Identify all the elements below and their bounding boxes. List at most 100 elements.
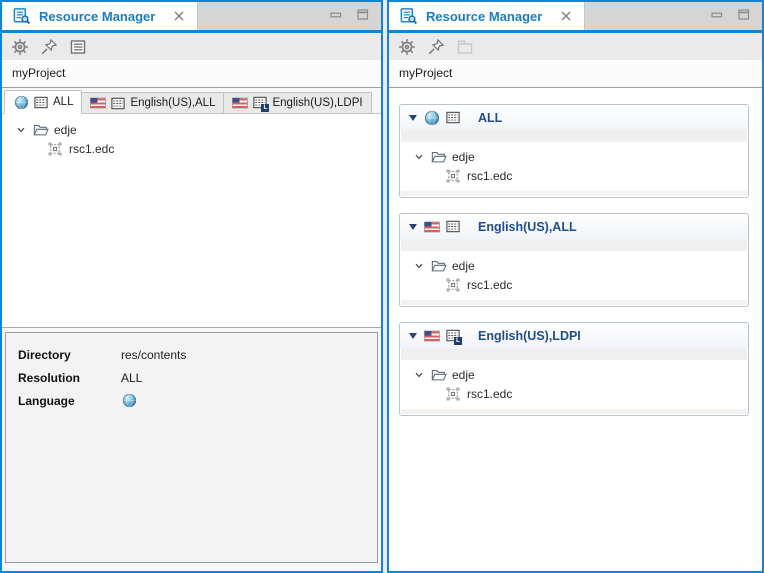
info-row-language: Language [18, 389, 377, 412]
grid-icon [445, 110, 461, 126]
minimize-icon[interactable] [711, 10, 723, 20]
section-separator [401, 348, 747, 360]
section-header-all[interactable]: ALL [400, 105, 748, 130]
tree-item-edje[interactable]: edje [2, 120, 381, 139]
workbench: Resource Manager myProject [0, 0, 764, 573]
resource-manager-panel-left: Resource Manager myProject [0, 0, 383, 573]
project-name-header: myProject [2, 60, 381, 88]
right-content: myProject ALL edje [389, 60, 762, 571]
ldpi-badge: L [261, 104, 269, 112]
folder-open-icon [431, 367, 447, 383]
chevron-down-icon[interactable] [14, 125, 28, 135]
tab-resource-manager[interactable]: Resource Manager [2, 2, 198, 30]
edc-file-icon [445, 277, 461, 293]
close-icon[interactable] [173, 10, 185, 22]
us-flag-icon [232, 95, 248, 111]
file-label: rsc1.edc [467, 387, 512, 401]
globe-icon [13, 94, 29, 110]
box-view-icon-disabled [456, 38, 474, 56]
tab-title: Resource Manager [39, 9, 155, 24]
resolution-tab-label: English(US),LDPI [272, 97, 362, 109]
list-view-icon[interactable] [69, 38, 87, 56]
us-flag-icon [90, 95, 106, 111]
tree-item-rsc1-edc[interactable]: rsc1.edc [2, 139, 381, 158]
pin-icon[interactable] [427, 38, 445, 56]
resource-info-panel: Directory res/contents Resolution ALL La… [5, 332, 378, 563]
us-flag-icon [424, 328, 440, 344]
resolution-tab-all[interactable]: ALL [4, 90, 82, 114]
resource-manager-panel-right: Resource Manager myProject [387, 0, 764, 573]
tree-item-edje[interactable]: edje [400, 365, 748, 384]
window-buttons [711, 9, 750, 20]
resolution-tab-label: English(US),ALL [130, 97, 215, 109]
settings-gear-icon[interactable] [398, 38, 416, 56]
chevron-down-icon[interactable] [412, 261, 426, 271]
tree-item-rsc1-edc[interactable]: rsc1.edc [400, 384, 748, 403]
grid-icon [110, 95, 126, 111]
folder-open-icon [431, 258, 447, 274]
info-row-resolution: Resolution ALL [18, 366, 377, 389]
resolution-tab-english-us-ldpi[interactable]: L English(US),LDPI [224, 92, 371, 114]
folder-label: edje [452, 150, 475, 164]
tree-item-edje[interactable]: edje [400, 256, 748, 275]
edc-file-icon [47, 141, 63, 157]
tab-title: Resource Manager [426, 9, 542, 24]
resource-tree-area: edje rsc1.edc [2, 113, 381, 328]
section-title: English(US),ALL [478, 220, 577, 234]
settings-gear-icon[interactable] [11, 38, 29, 56]
collapse-triangle-icon[interactable] [409, 224, 417, 230]
grid-ldpi-icon: L [445, 328, 461, 344]
maximize-icon[interactable] [738, 9, 750, 20]
globe-icon [424, 110, 440, 126]
resource-manager-icon [399, 7, 418, 25]
minimize-icon[interactable] [330, 10, 342, 20]
maximize-icon[interactable] [357, 9, 369, 20]
edc-file-icon [445, 386, 461, 402]
section-header-english-us-all[interactable]: English(US),ALL [400, 214, 748, 239]
section-separator [401, 239, 747, 251]
resolution-tab-english-us-all[interactable]: English(US),ALL [82, 92, 224, 114]
section-header-english-us-ldpi[interactable]: L English(US),LDPI [400, 323, 748, 348]
tree-item-edje[interactable]: edje [400, 147, 748, 166]
ldpi-badge: L [454, 337, 462, 345]
tree-item-rsc1-edc[interactable]: rsc1.edc [400, 275, 748, 294]
edc-file-icon [445, 168, 461, 184]
grid-icon [445, 219, 461, 235]
resource-manager-icon [12, 7, 31, 25]
resolution-tab-bar: ALL English(US),ALL L English(US),LDPI [4, 90, 372, 114]
resource-group-card-all: ALL edje rsc1.edc [399, 104, 749, 198]
chevron-down-icon[interactable] [412, 370, 426, 380]
project-name-header: myProject [389, 60, 762, 88]
info-row-directory: Directory res/contents [18, 343, 377, 366]
section-footer [401, 409, 747, 414]
collapse-triangle-icon[interactable] [409, 333, 417, 339]
close-icon[interactable] [560, 10, 572, 22]
collapse-triangle-icon[interactable] [409, 115, 417, 121]
info-label: Language [18, 394, 121, 408]
part-tab-bar: Resource Manager [389, 2, 762, 33]
folder-open-icon [431, 149, 447, 165]
file-label: rsc1.edc [467, 169, 512, 183]
folder-label: edje [452, 368, 475, 382]
info-value: res/contents [121, 348, 186, 362]
info-label: Directory [18, 348, 121, 362]
section-footer [401, 300, 747, 305]
tree-item-rsc1-edc[interactable]: rsc1.edc [400, 166, 748, 185]
resource-group-card-english-us-all: English(US),ALL edje rsc1.edc [399, 213, 749, 307]
globe-icon [121, 393, 137, 409]
resolution-tab-label: ALL [53, 96, 73, 108]
pin-icon[interactable] [40, 38, 58, 56]
left-content: myProject ALL English(US),ALL L [2, 60, 381, 571]
view-toolbar [389, 33, 762, 60]
file-label: rsc1.edc [69, 142, 114, 156]
folder-label: edje [452, 259, 475, 273]
tab-resource-manager[interactable]: Resource Manager [389, 2, 585, 30]
grid-ldpi-icon: L [252, 95, 268, 111]
section-title: English(US),LDPI [478, 329, 581, 343]
info-value: ALL [121, 371, 142, 385]
info-label: Resolution [18, 371, 121, 385]
chevron-down-icon[interactable] [412, 152, 426, 162]
us-flag-icon [424, 219, 440, 235]
part-tab-bar: Resource Manager [2, 2, 381, 33]
folder-open-icon [33, 122, 49, 138]
